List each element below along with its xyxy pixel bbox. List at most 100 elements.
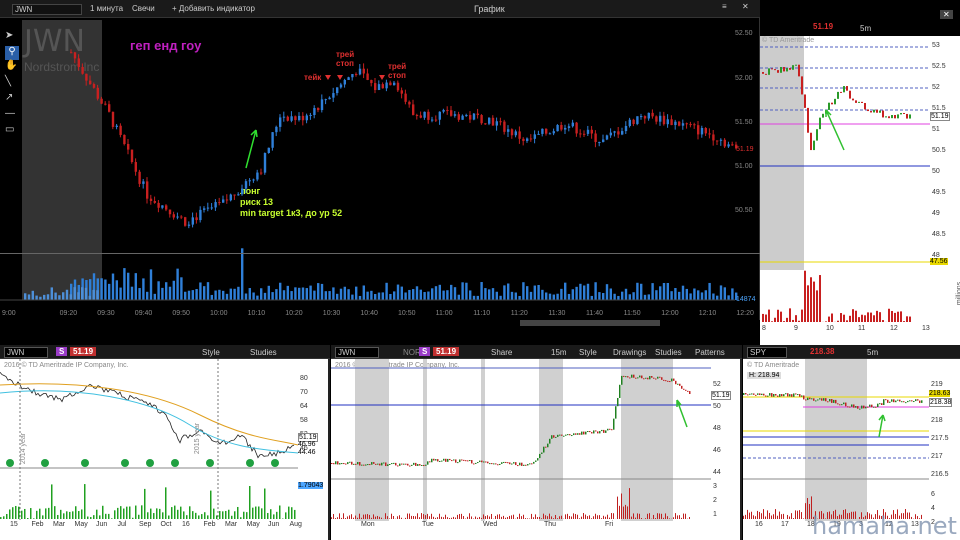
daily-vol-tag: 1.79043	[298, 482, 324, 489]
volume-bar	[461, 513, 462, 519]
candle	[419, 464, 421, 466]
candle	[840, 91, 842, 93]
candle	[425, 464, 427, 466]
candle	[374, 83, 377, 90]
volume-bar	[90, 517, 92, 519]
candle	[233, 194, 236, 196]
volume-bar	[858, 317, 860, 322]
volume-bar	[647, 513, 648, 519]
volume-bar	[453, 516, 454, 519]
candle	[70, 52, 73, 54]
candle	[871, 404, 873, 408]
volume-bar	[617, 295, 620, 300]
candle	[749, 393, 751, 395]
volume-bar	[362, 285, 365, 300]
candle	[358, 68, 362, 75]
candle	[157, 202, 160, 208]
candle	[301, 115, 305, 121]
volume-bar	[521, 516, 522, 519]
candle	[495, 463, 497, 465]
candle	[115, 125, 118, 127]
volume-bar	[159, 508, 161, 519]
volume-bar	[593, 516, 594, 519]
candle	[901, 401, 903, 403]
volume-bar	[84, 287, 88, 300]
candle	[783, 67, 785, 72]
candle	[431, 458, 433, 463]
price-tick: 51.00	[735, 163, 753, 170]
time-tick: 11:30	[548, 310, 566, 317]
candle	[345, 463, 347, 465]
candle	[700, 128, 704, 135]
candle	[485, 461, 487, 463]
volume-bar	[909, 316, 911, 322]
volume-bar	[759, 511, 760, 519]
volume-bar	[861, 314, 863, 322]
volume-bar	[415, 516, 416, 519]
volume-bar	[463, 516, 464, 519]
volume-bar	[54, 292, 57, 300]
candle	[659, 376, 661, 378]
candle	[653, 377, 655, 379]
volume-bar	[153, 513, 155, 519]
candle	[412, 104, 415, 115]
candle	[549, 438, 551, 444]
dividend-marker	[146, 459, 154, 467]
candle	[339, 463, 341, 465]
candle	[917, 399, 919, 401]
candle	[765, 73, 767, 75]
candle	[597, 431, 599, 434]
volume-bar	[635, 517, 636, 519]
moving-average	[0, 390, 299, 454]
candle	[237, 194, 240, 196]
volume-bar	[519, 513, 520, 519]
volume-bar	[256, 295, 259, 300]
volume-bar	[355, 286, 358, 300]
volume-bar	[135, 505, 137, 519]
scrollbar[interactable]	[520, 320, 660, 326]
candle	[613, 418, 615, 430]
candle	[421, 464, 423, 466]
candle	[641, 375, 643, 379]
candle	[594, 133, 597, 143]
candle	[629, 377, 631, 379]
volume-bar	[171, 507, 173, 519]
candle	[493, 463, 495, 465]
volume-bar	[780, 311, 782, 322]
candle	[587, 431, 589, 433]
candle	[564, 127, 567, 130]
volume-bar	[104, 279, 107, 300]
candle	[507, 462, 509, 464]
candle	[552, 131, 555, 134]
volume-bar	[795, 315, 797, 322]
volume-bar	[603, 515, 604, 519]
candle	[666, 119, 669, 125]
price-tick: 48.5	[932, 231, 946, 238]
candle	[507, 129, 510, 132]
volume-bar	[882, 320, 884, 322]
volume-bar	[810, 277, 812, 322]
candle	[787, 393, 789, 397]
volume-bar	[381, 517, 382, 519]
candle	[631, 374, 633, 378]
candle	[134, 162, 137, 172]
candle	[457, 114, 460, 120]
candle	[617, 397, 619, 407]
right-top-chart: 51.19 5m ✕ © TD Ameritrade 53 52.5 52 51.5 5…	[760, 0, 960, 345]
candle	[877, 403, 879, 408]
volume-bar	[393, 291, 396, 300]
volume-bar	[142, 278, 145, 300]
volume-bar	[187, 290, 191, 300]
candle	[693, 124, 696, 126]
candle	[447, 458, 449, 462]
volume-bar	[681, 285, 685, 300]
volume-bar	[677, 515, 678, 519]
volume-bar	[801, 512, 802, 519]
x-tick: 17	[781, 521, 789, 528]
volume-bar	[755, 516, 756, 519]
price-tick: 51	[932, 126, 940, 133]
volume-bar	[419, 289, 422, 300]
candle	[397, 465, 399, 467]
candle	[389, 82, 392, 86]
volume-bar	[491, 288, 495, 300]
